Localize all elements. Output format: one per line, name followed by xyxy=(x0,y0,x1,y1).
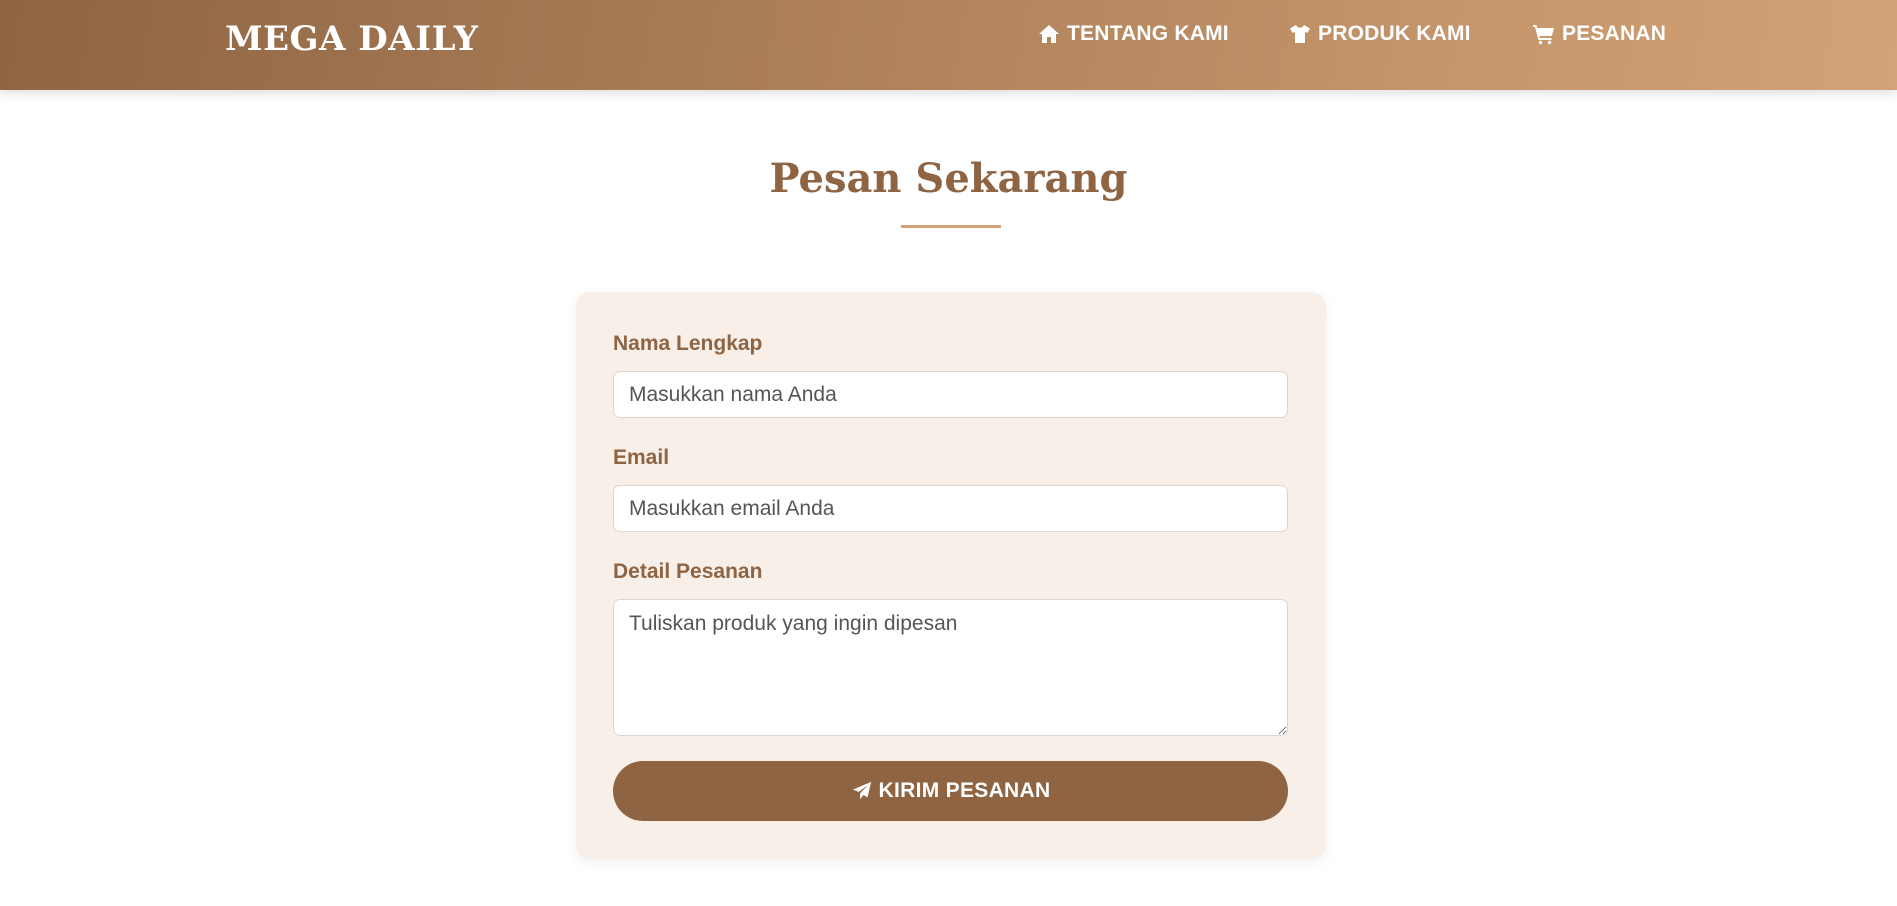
shirt-icon xyxy=(1288,22,1312,46)
nav-item-orders[interactable]: PESANAN xyxy=(1532,22,1666,46)
brand-logo[interactable]: MEGA DAILY xyxy=(225,19,479,59)
page-title: Pesan Sekarang xyxy=(769,155,1128,202)
home-icon xyxy=(1037,22,1061,46)
email-input[interactable] xyxy=(613,485,1288,532)
nav-item-label: PRODUK KAMI xyxy=(1318,22,1471,45)
nav-item-products[interactable]: PRODUK KAMI xyxy=(1288,22,1471,46)
nav-item-label: PESANAN xyxy=(1562,22,1667,45)
cart-icon xyxy=(1532,22,1556,46)
submit-button-label: KIRIM PESANAN xyxy=(878,779,1051,802)
nav-item-about[interactable]: TENTANG KAMI xyxy=(1037,22,1229,46)
paper-plane-icon xyxy=(851,780,873,802)
submit-order-button[interactable]: KIRIM PESANAN xyxy=(613,761,1288,821)
title-underline xyxy=(901,225,1001,228)
order-details-textarea[interactable] xyxy=(613,599,1288,736)
site-header: MEGA DAILY TENTANG KAMI PRODUK KAMI PESA… xyxy=(0,0,1897,90)
nav-item-label: TENTANG KAMI xyxy=(1067,22,1229,45)
email-label: Email xyxy=(613,446,670,469)
name-input[interactable] xyxy=(613,371,1288,418)
order-details-label: Detail Pesanan xyxy=(613,560,763,583)
name-label: Nama Lengkap xyxy=(613,332,763,355)
